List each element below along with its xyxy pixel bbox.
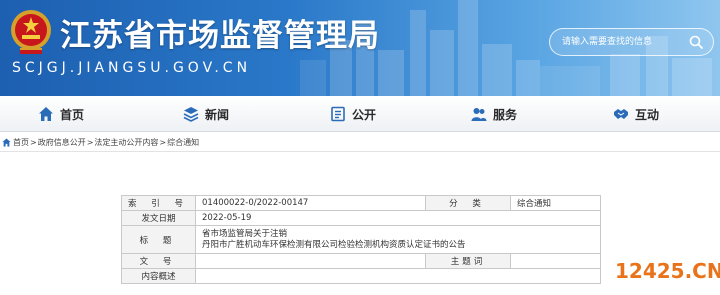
keywords-label: 主题词 (425, 253, 511, 269)
national-emblem-logo (11, 10, 51, 54)
doc-number-value (195, 253, 426, 269)
home-icon (2, 138, 11, 147)
table-row: 标 题 省市场监管局关于注销 丹阳市广胜机动车环保检测有限公司检验检测机构资质认… (121, 225, 601, 254)
nav-item-home[interactable]: 首页 (38, 96, 84, 132)
breadcrumb: 首页 > 政府信息公开 > 法定主动公开内容 > 综合通知 (2, 137, 199, 148)
nav-item-public[interactable]: 公开 (330, 96, 376, 132)
title-value: 省市场监管局关于注销 丹阳市广胜机动车环保检测有限公司检验检测机构资质认定证书的… (195, 225, 601, 254)
document-info-table: 索 引 号 01400022-0/2022-00147 分 类 综合通知 发文日… (121, 195, 601, 284)
table-row: 发文日期 2022-05-19 (121, 210, 601, 226)
table-row: 内容概述 (121, 268, 601, 284)
main-nav: 首页 新闻 公开 服务 互动 (0, 96, 720, 132)
doc-number-label: 文 号 (121, 253, 196, 269)
summary-value (195, 268, 601, 284)
index-value: 01400022-0/2022-00147 (195, 195, 426, 211)
breadcrumb-current[interactable]: 综合通知 (167, 137, 199, 148)
search-input[interactable] (562, 33, 682, 51)
document-icon (331, 106, 345, 122)
watermark: 12425.CN (615, 259, 720, 283)
nav-item-label: 新闻 (205, 107, 230, 122)
divider (0, 151, 720, 152)
nav-item-label: 互动 (635, 107, 660, 122)
title-line: 省市场监管局关于注销 (202, 228, 288, 239)
nav-item-interaction[interactable]: 互动 (613, 96, 659, 132)
search-box (549, 28, 714, 56)
people-icon (471, 108, 487, 121)
site-banner: 江苏省市场监督管理局 SCJGJ.JIANGSU.GOV.CN (0, 0, 720, 96)
nav-item-label: 公开 (352, 107, 377, 122)
handshake-icon (614, 109, 628, 119)
index-label: 索 引 号 (121, 195, 196, 211)
summary-label: 内容概述 (121, 268, 196, 284)
breadcrumb-separator: > (30, 138, 37, 147)
breadcrumb-statutory[interactable]: 法定主动公开内容 (94, 137, 158, 148)
nav-item-news[interactable]: 新闻 (183, 96, 229, 132)
nav-item-label: 服务 (493, 107, 518, 122)
date-label: 发文日期 (121, 210, 196, 226)
breadcrumb-separator: > (159, 138, 167, 147)
site-url: SCJGJ.JIANGSU.GOV.CN (12, 60, 252, 76)
nav-item-services[interactable]: 服务 (471, 96, 517, 132)
breadcrumb-separator: > (86, 138, 94, 147)
site-title: 江苏省市场监督管理局 (60, 18, 380, 54)
keywords-value (510, 253, 601, 269)
home-icon (39, 107, 53, 121)
layers-icon (183, 107, 199, 122)
date-value: 2022-05-19 (195, 210, 601, 226)
title-label: 标 题 (121, 225, 196, 254)
category-value: 综合通知 (510, 195, 601, 211)
breadcrumb-gov-info[interactable]: 政府信息公开 (38, 137, 86, 148)
breadcrumb-home[interactable]: 首页 (13, 137, 29, 148)
title-line: 丹阳市广胜机动车环保检测有限公司检验检测机构资质认定证书的公告 (202, 239, 466, 250)
table-row: 文 号 主题词 (121, 253, 601, 269)
nav-item-label: 首页 (60, 107, 85, 122)
search-icon[interactable] (689, 35, 703, 49)
table-row: 索 引 号 01400022-0/2022-00147 分 类 综合通知 (121, 195, 601, 211)
category-label: 分 类 (425, 195, 511, 211)
